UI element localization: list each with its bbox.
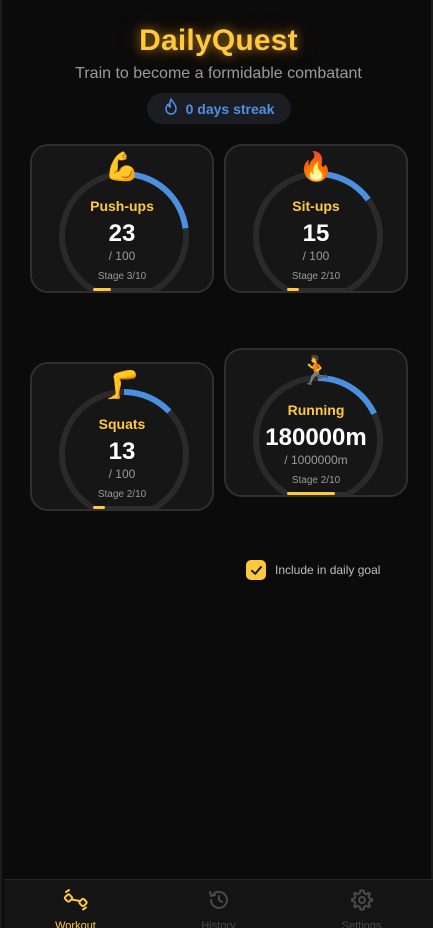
app-frame: DailyQuest Train to become a formidable … xyxy=(0,0,433,928)
daily-goal-toggle[interactable]: Include in daily goal xyxy=(246,560,380,580)
dumbbell-icon xyxy=(63,888,89,917)
flame-outline-icon xyxy=(164,97,178,120)
nav-label-settings: Settings xyxy=(341,920,382,928)
exercise-card-running[interactable]: 🏃 Running 180000m / 1000000m Stage 2/10 xyxy=(224,348,408,497)
stage-progress-fill xyxy=(287,288,299,291)
exercise-count: 180000m xyxy=(265,424,367,451)
stage-progress-fill xyxy=(93,506,105,509)
stage-label: Stage 3/10 xyxy=(97,271,147,282)
daily-goal-checkbox[interactable] xyxy=(246,560,266,580)
exercise-target: / 1000000m xyxy=(284,453,348,467)
stage-progress-bar xyxy=(287,492,347,495)
leg-icon: 🦵 xyxy=(104,368,140,401)
exercise-name: Running xyxy=(287,402,345,418)
nav-item-workout[interactable]: Workout xyxy=(4,880,147,928)
exercise-count: 23 xyxy=(108,220,136,247)
exercise-target: / 100 xyxy=(302,249,330,263)
nav-item-settings[interactable]: Settings xyxy=(290,880,433,928)
stage-progress-bar xyxy=(93,288,153,291)
nav-label-workout: Workout xyxy=(55,920,96,928)
stage-progress-fill xyxy=(93,288,111,291)
daily-goal-label: Include in daily goal xyxy=(275,563,381,577)
app-subtitle: Train to become a formidable combatant xyxy=(75,65,362,82)
runner-icon: 🏃 xyxy=(298,354,334,387)
exercise-target: / 100 xyxy=(108,467,136,481)
stage-label: Stage 2/10 xyxy=(291,271,341,282)
stage-progress-bar xyxy=(93,506,153,509)
exercise-name: Sit-ups xyxy=(292,198,340,214)
history-icon xyxy=(207,888,231,917)
stage-progress-fill xyxy=(287,492,335,495)
exercise-card-sit-ups[interactable]: 🔥 Sit-ups 15 / 100 Stage 2/10 xyxy=(224,144,408,293)
exercise-count: 15 xyxy=(302,220,330,247)
exercise-card-squats[interactable]: 🦵 Squats 13 / 100 Stage 2/10 xyxy=(30,362,214,511)
exercise-card-push-ups[interactable]: 💪 Push-ups 23 / 100 Stage 3/10 xyxy=(30,144,214,293)
exercise-name: Squats xyxy=(98,416,146,432)
fire-icon: 🔥 xyxy=(298,150,334,183)
bottom-nav: Workout History Settings xyxy=(4,879,433,928)
flexed-biceps-icon: 💪 xyxy=(104,150,140,183)
stage-label: Stage 2/10 xyxy=(291,475,341,486)
streak-badge: 0 days streak xyxy=(147,93,291,124)
gear-icon xyxy=(350,888,374,917)
exercise-target: / 100 xyxy=(108,249,136,263)
stage-progress-bar xyxy=(287,288,347,291)
streak-label: 0 days streak xyxy=(185,100,275,117)
app-title: DailyQuest xyxy=(139,24,298,57)
stage-label: Stage 2/10 xyxy=(97,489,147,500)
checkmark-icon xyxy=(250,565,262,575)
exercise-count: 13 xyxy=(108,438,136,465)
nav-item-history[interactable]: History xyxy=(147,880,290,928)
exercise-name: Push-ups xyxy=(90,198,154,214)
nav-label-history: History xyxy=(201,920,236,928)
